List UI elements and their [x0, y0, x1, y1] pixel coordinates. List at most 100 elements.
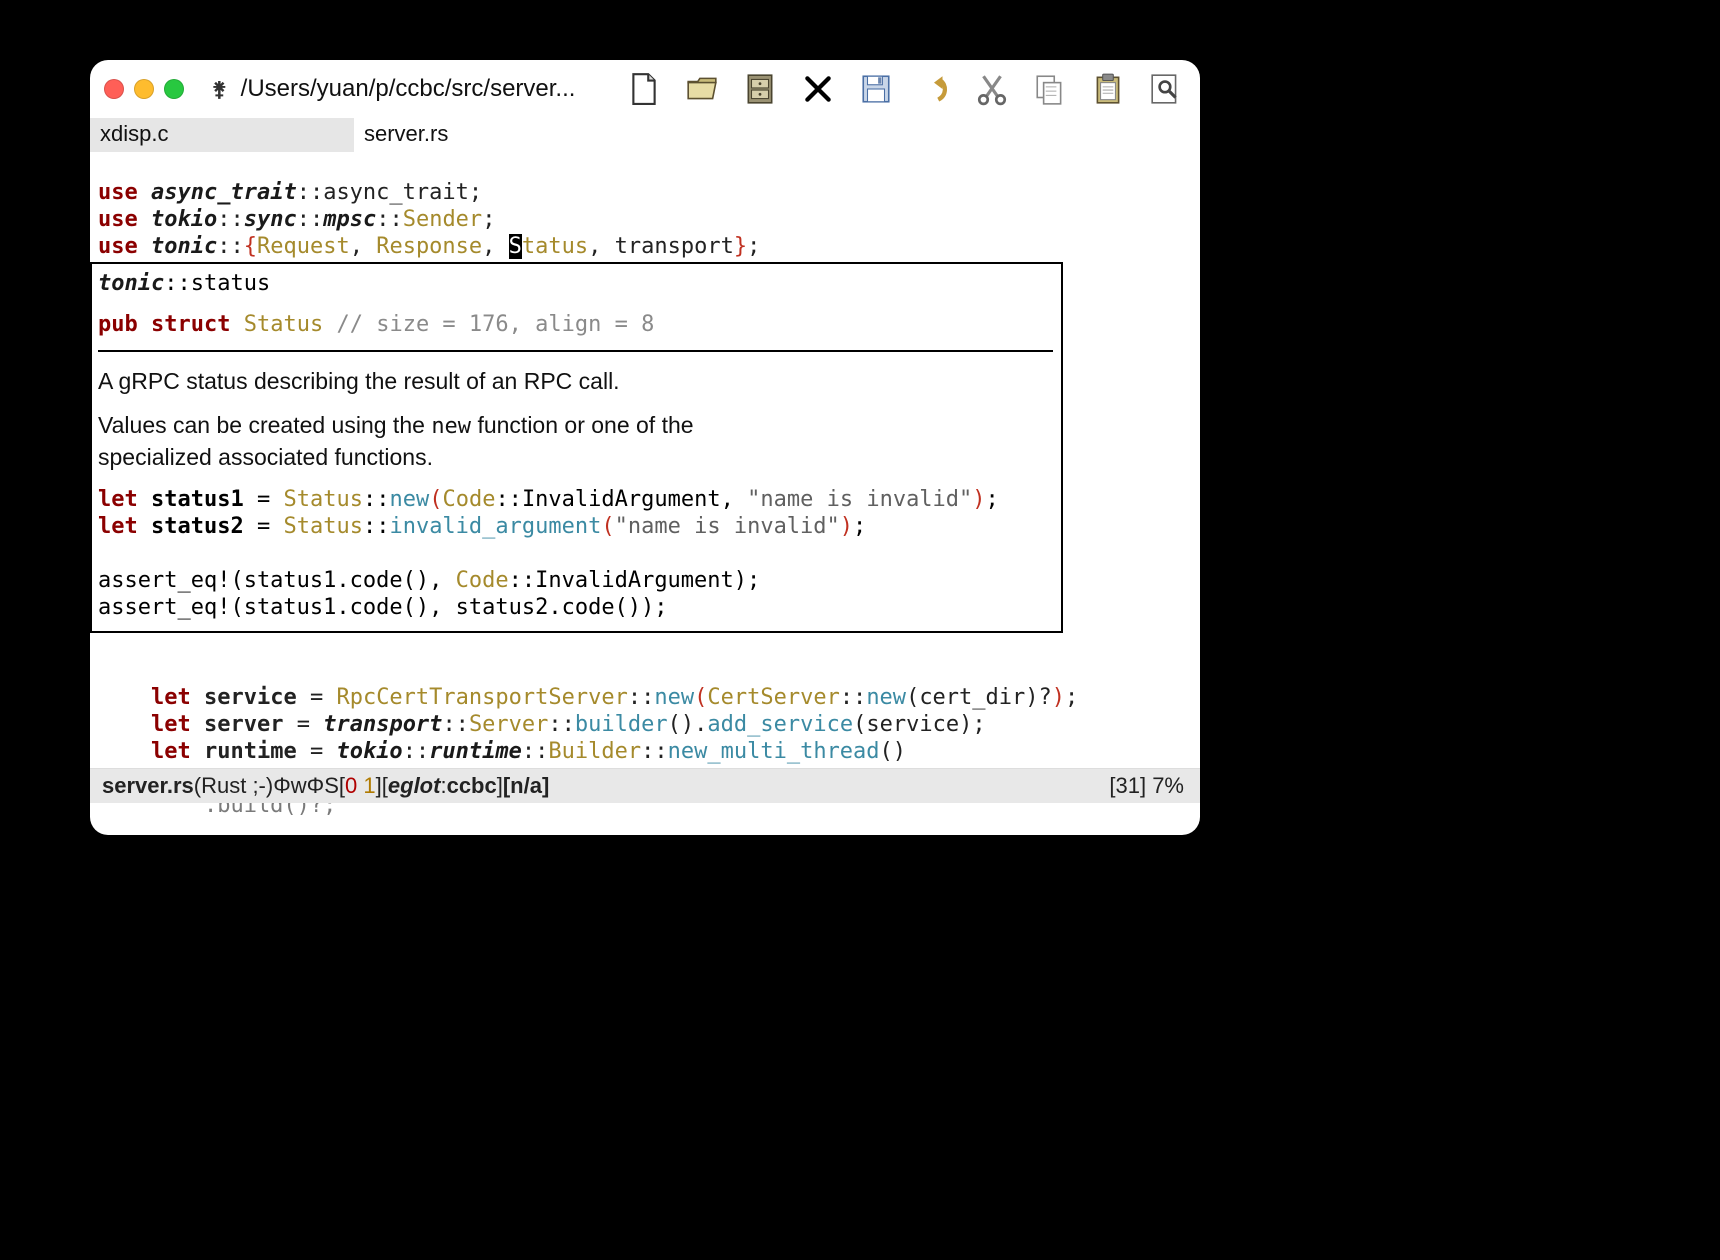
- dired-button[interactable]: [742, 71, 778, 107]
- paren: (: [906, 685, 919, 710]
- keyword: struct: [151, 312, 230, 337]
- keyword: let: [98, 514, 138, 539]
- doc-path: tonic::status: [98, 270, 1053, 297]
- code: ::: [164, 271, 191, 296]
- code: ;: [747, 234, 760, 259]
- zoom-icon[interactable]: [164, 79, 184, 99]
- code: ::: [376, 207, 403, 232]
- doc-desc: A gRPC status describing the result of a…: [98, 366, 1053, 396]
- modeline[interactable]: server.rs (Rust ;-) ΦwΦ S[0 1] [eglot:cc…: [90, 768, 1200, 803]
- code: ;: [986, 487, 999, 512]
- string: "name is invalid": [747, 487, 972, 512]
- type: Code: [456, 568, 509, 593]
- paren: ): [1052, 685, 1065, 710]
- crate-name: tonic: [98, 271, 164, 296]
- buffer-name: server.rs: [102, 773, 194, 799]
- paste-button[interactable]: [1090, 71, 1126, 107]
- toolbar: [626, 71, 1184, 107]
- project: ccbc: [447, 773, 497, 798]
- code: ,: [482, 234, 509, 259]
- module: runtime: [429, 739, 522, 764]
- code: =: [297, 739, 337, 764]
- hover-doc-popup: tonic::status pub struct Status // size …: [90, 262, 1063, 633]
- code: ,: [588, 234, 615, 259]
- code: .: [694, 712, 707, 737]
- paren: ): [959, 712, 972, 737]
- window-controls: [104, 79, 184, 99]
- crate-name: tokio: [336, 739, 402, 764]
- code: ::: [641, 739, 668, 764]
- fn: new_multi_thread: [668, 739, 880, 764]
- code: ::: [217, 207, 244, 232]
- import: transport: [615, 234, 734, 259]
- paren: ): [972, 487, 985, 512]
- code: ::: [522, 739, 549, 764]
- code: ::: [628, 685, 655, 710]
- code: ;: [972, 712, 985, 737]
- code: assert_eq!(status1.code(),: [98, 568, 456, 593]
- new-file-button[interactable]: [626, 71, 662, 107]
- tab-strip: xdisp.c server.rs: [90, 118, 1200, 152]
- keyword: let: [151, 712, 191, 737]
- copy-button[interactable]: [1032, 71, 1068, 107]
- tab-server-rs[interactable]: server.rs: [354, 118, 462, 152]
- open-button[interactable]: [684, 71, 720, 107]
- type: Server: [469, 712, 548, 737]
- type: RpcCertTransportServer: [336, 685, 627, 710]
- tab-label: xdisp.c: [100, 121, 168, 147]
- var: server: [204, 712, 283, 737]
- type: Status: [283, 514, 362, 539]
- editor-content[interactable]: use async_trait::async_trait; use tokio:…: [90, 152, 1200, 260]
- fn: new: [866, 685, 906, 710]
- code: ::: [509, 568, 536, 593]
- fn: new: [389, 487, 429, 512]
- variant: InvalidArgument: [522, 487, 721, 512]
- code: assert_eq!(status1.code(), status2.code(…: [98, 595, 668, 620]
- module: transport: [323, 712, 442, 737]
- module: sync: [244, 207, 297, 232]
- text-cursor: S: [509, 234, 522, 259]
- text: Values can be created using the: [98, 412, 431, 438]
- module: mpsc: [323, 207, 376, 232]
- type: Builder: [548, 739, 641, 764]
- fn: add_service: [707, 712, 853, 737]
- var: runtime: [204, 739, 297, 764]
- keyword: use: [98, 207, 138, 232]
- save-button[interactable]: [858, 71, 894, 107]
- code: ::: [442, 712, 469, 737]
- keyword: pub: [98, 312, 138, 337]
- close-icon[interactable]: [104, 79, 124, 99]
- brace: {: [244, 234, 257, 259]
- keyword: let: [151, 739, 191, 764]
- minimize-icon[interactable]: [134, 79, 154, 99]
- type: Status: [244, 312, 323, 337]
- string: "name is invalid": [615, 514, 840, 539]
- kill-buffer-button[interactable]: [800, 71, 836, 107]
- crate-name: async_trait: [151, 180, 297, 205]
- paren: (: [429, 487, 442, 512]
- paren: (: [853, 712, 866, 737]
- warn-count: 1: [363, 773, 375, 798]
- code: ::: [403, 739, 430, 764]
- import: Response: [376, 234, 482, 259]
- code: ::: [495, 487, 522, 512]
- doc-desc: Values can be created using the new func…: [98, 410, 798, 472]
- code: ;: [482, 207, 495, 232]
- code: ::: [840, 685, 867, 710]
- keyword: use: [98, 234, 138, 259]
- tab-xdisp[interactable]: xdisp.c: [90, 118, 354, 152]
- paren: (): [880, 739, 907, 764]
- undo-button[interactable]: [916, 71, 952, 107]
- fn: new: [654, 685, 694, 710]
- paren: (: [694, 685, 707, 710]
- keyword: use: [98, 180, 138, 205]
- flymake-indicator: S[0 1]: [324, 773, 382, 799]
- type: CertServer: [707, 685, 839, 710]
- code: =: [244, 514, 284, 539]
- paren: (: [601, 514, 614, 539]
- eglot-indicator: [eglot:ccbc]: [382, 773, 503, 799]
- code: ::: [363, 487, 390, 512]
- search-button[interactable]: [1148, 71, 1184, 107]
- cut-button[interactable]: [974, 71, 1010, 107]
- var: status1: [151, 487, 244, 512]
